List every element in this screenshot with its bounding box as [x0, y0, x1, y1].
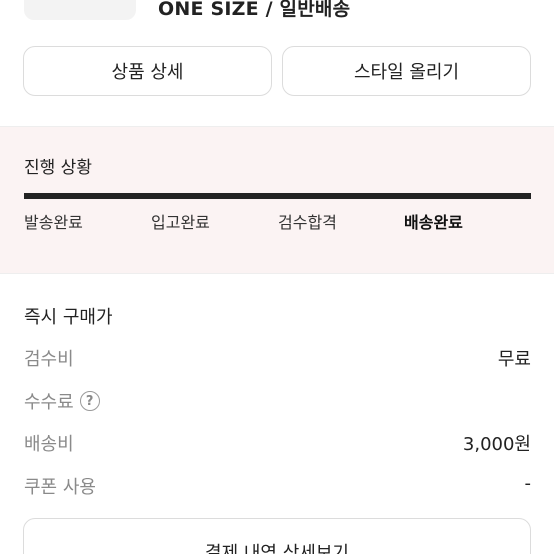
price-row-shipping-fee: 배송비 3,000원: [24, 430, 531, 455]
price-row-value: 무료: [497, 349, 531, 370]
price-row-commission: 수수료 ?: [24, 388, 531, 414]
product-summary: ONE SIZE / 일반배송: [0, 0, 554, 24]
progress-step-inspection-passed: 검수합격: [278, 213, 337, 232]
help-icon[interactable]: ?: [79, 391, 100, 411]
product-detail-button[interactable]: 상품 상세: [23, 46, 272, 96]
progress-title: 진행 상황: [24, 158, 92, 178]
payment-detail-button[interactable]: 결제 내역 상세보기: [23, 518, 531, 554]
progress-section: 진행 상황 발송완료 입고완료 검수합격 배송완료: [0, 126, 554, 274]
price-row-inspection-fee: 검수비 무료: [24, 345, 531, 370]
price-row-value: 3,000원: [462, 434, 531, 455]
progress-step-delivered: 배송완료: [404, 213, 463, 232]
style-upload-button[interactable]: 스타일 올리기: [282, 46, 531, 96]
progress-step-received: 입고완료: [151, 213, 210, 232]
price-row-label: 쿠폰 사용: [24, 477, 96, 498]
progress-bar: [24, 193, 531, 199]
price-row-label: 배송비: [24, 434, 74, 455]
price-row-value: -: [524, 473, 532, 494]
price-row-label: 수수료: [24, 392, 74, 413]
progress-step-shipped: 발송완료: [24, 213, 83, 232]
product-thumbnail[interactable]: [24, 0, 136, 20]
product-option-text: ONE SIZE / 일반배송: [158, 0, 351, 20]
price-row-label: 검수비: [24, 349, 74, 370]
price-row-label-wrap: 수수료 ?: [24, 388, 100, 414]
instant-purchase-price-title: 즉시 구매가: [24, 307, 113, 328]
price-row-coupon: 쿠폰 사용 -: [24, 473, 532, 498]
